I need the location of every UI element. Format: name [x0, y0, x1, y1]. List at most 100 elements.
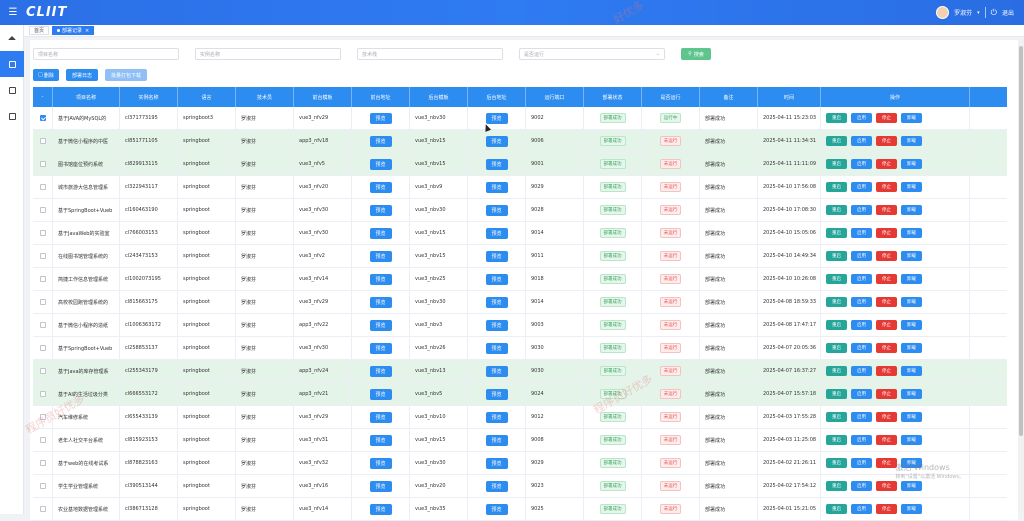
row-checkbox[interactable]: [39, 161, 46, 167]
op-button-2[interactable]: 停止: [876, 274, 897, 284]
preview-button[interactable]: 预览: [369, 342, 392, 354]
op-button-1[interactable]: 启用: [851, 182, 872, 192]
preview-button[interactable]: 预览: [369, 480, 392, 492]
preview-button[interactable]: 预览: [485, 227, 508, 239]
op-button-1[interactable]: 启用: [851, 389, 872, 399]
op-button-0[interactable]: 重启: [826, 435, 847, 445]
op-button-0[interactable]: 重启: [826, 274, 847, 284]
instance-name-input[interactable]: 实例名称: [195, 48, 341, 60]
row-checkbox[interactable]: [39, 322, 46, 328]
preview-button[interactable]: 预览: [485, 480, 508, 492]
table-row[interactable]: 基于AI的生活垃圾分类 cl666553172 springboot 罗淑芬 app3_…: [33, 383, 1007, 406]
op-button-3[interactable]: 卸载: [901, 435, 922, 445]
table-row[interactable]: 基于Java的库存管理系 cl255343179 springboot 罗淑芬 app3…: [33, 360, 1007, 383]
table-row[interactable]: 基于web的在线考试系 cl878823163 springboot 罗淑芬 vue3_…: [33, 452, 1007, 475]
preview-button[interactable]: 预览: [485, 181, 508, 193]
row-checkbox[interactable]: [39, 184, 46, 190]
op-button-0[interactable]: 重启: [826, 251, 847, 261]
op-button-2[interactable]: 停止: [876, 412, 897, 422]
table-row[interactable]: 基于微信小程序的中医 cl851771105 springboot 罗淑芬 app3_n…: [33, 130, 1007, 153]
op-button-2[interactable]: 停止: [876, 205, 897, 215]
preview-button[interactable]: 预览: [369, 227, 392, 239]
op-button-0[interactable]: 重启: [826, 366, 847, 376]
table-row[interactable]: 老年人社交平台系统 cl815923153 springboot 罗淑芬 vue3_nf…: [33, 429, 1007, 452]
op-button-3[interactable]: 卸载: [901, 389, 922, 399]
row-checkbox[interactable]: [39, 276, 46, 282]
preview-button[interactable]: 预览: [369, 112, 392, 124]
preview-button[interactable]: 预览: [369, 158, 392, 170]
logout-button[interactable]: 退出: [1002, 8, 1014, 17]
op-button-0[interactable]: 重启: [826, 343, 847, 353]
preview-button[interactable]: 预览: [485, 135, 508, 147]
row-checkbox[interactable]: [39, 138, 46, 144]
op-button-2[interactable]: 停止: [876, 366, 897, 376]
table-row[interactable]: 农业基地数据管理系统 cl386713128 springboot 罗淑芬 vue3_n…: [33, 498, 1007, 521]
op-button-0[interactable]: 重启: [826, 228, 847, 238]
menu-toggle-icon[interactable]: ☰: [4, 7, 22, 18]
op-button-3[interactable]: 卸载: [901, 113, 922, 123]
avatar[interactable]: [936, 6, 950, 19]
op-button-2[interactable]: 停止: [876, 343, 897, 353]
table-row[interactable]: 基于SpringBoot+Vueb cl258853137 springboot 罗淑…: [33, 337, 1007, 360]
power-icon[interactable]: ⏻: [991, 8, 997, 18]
op-button-2[interactable]: 停止: [876, 113, 897, 123]
table-row[interactable]: 学生学业管理系统 cl390513144 springboot 罗淑芬 vue3_nfv…: [33, 475, 1007, 498]
op-button-2[interactable]: 停止: [876, 297, 897, 307]
preview-button[interactable]: 预览: [369, 273, 392, 285]
table-row[interactable]: 在线图书馆管理系统的 cl243473153 springboot 罗淑芬 vue3_n…: [33, 245, 1007, 268]
op-button-3[interactable]: 卸载: [901, 320, 922, 330]
op-button-0[interactable]: 重启: [826, 320, 847, 330]
op-button-3[interactable]: 卸载: [901, 366, 922, 376]
preview-button[interactable]: 预览: [369, 319, 392, 331]
op-button-1[interactable]: 启用: [851, 366, 872, 376]
op-button-2[interactable]: 停止: [876, 182, 897, 192]
row-checkbox[interactable]: [39, 506, 46, 512]
search-button[interactable]: ⚲ 搜索: [681, 48, 711, 60]
op-button-1[interactable]: 启用: [851, 205, 872, 215]
preview-button[interactable]: 预览: [369, 411, 392, 423]
op-button-1[interactable]: 启用: [851, 274, 872, 284]
delete-button[interactable]: □ 删除: [33, 69, 59, 81]
op-button-3[interactable]: 卸载: [901, 136, 922, 146]
select-all-checkbox[interactable]: -: [33, 87, 53, 107]
op-button-3[interactable]: 卸载: [901, 205, 922, 215]
op-button-1[interactable]: 启用: [851, 297, 872, 307]
op-button-1[interactable]: 启用: [851, 458, 872, 468]
tab-deploy-records[interactable]: 部署记录 ×: [52, 26, 95, 35]
tab-home[interactable]: 首页: [29, 26, 50, 35]
row-checkbox[interactable]: [39, 115, 46, 121]
op-button-1[interactable]: 启用: [851, 159, 872, 169]
op-button-2[interactable]: 停止: [876, 458, 897, 468]
preview-button[interactable]: 预览: [485, 388, 508, 400]
table-row[interactable]: 基于SpringBoot+Vueb cl160463190 springboot 罗淑…: [33, 199, 1007, 222]
op-button-1[interactable]: 启用: [851, 320, 872, 330]
op-button-3[interactable]: 卸载: [901, 228, 922, 238]
row-checkbox[interactable]: [39, 391, 46, 397]
op-button-1[interactable]: 启用: [851, 251, 872, 261]
op-button-0[interactable]: 重启: [826, 182, 847, 192]
row-checkbox[interactable]: [39, 368, 46, 374]
table-row[interactable]: 基于JAVA的MySQL的 cl371773195 springboot3 罗淑芬 vu…: [33, 107, 1007, 130]
table-row[interactable]: 简捷工作信息管理系统 cl1002073195 springboot 罗淑芬 vue3_…: [33, 268, 1007, 291]
op-button-0[interactable]: 重启: [826, 458, 847, 468]
status-select[interactable]: 是否运行 ⌄: [519, 48, 665, 60]
preview-button[interactable]: 预览: [485, 273, 508, 285]
table-row[interactable]: 城市旅游大信息管理系 cl322943117 springboot 罗淑芬 vue3_n…: [33, 176, 1007, 199]
op-button-3[interactable]: 卸载: [901, 343, 922, 353]
op-button-2[interactable]: 停止: [876, 136, 897, 146]
table-row[interactable]: 高校校园跑管理系统的 cl815663175 springboot 罗淑芬 vue3_n…: [33, 291, 1007, 314]
op-button-2[interactable]: 停止: [876, 251, 897, 261]
op-button-1[interactable]: 启用: [851, 113, 872, 123]
op-button-0[interactable]: 重启: [826, 136, 847, 146]
row-checkbox[interactable]: [39, 230, 46, 236]
row-checkbox[interactable]: [39, 299, 46, 305]
preview-button[interactable]: 预览: [485, 319, 508, 331]
op-button-1[interactable]: 启用: [851, 136, 872, 146]
sidebar-item-home[interactable]: [0, 25, 24, 51]
op-button-0[interactable]: 重启: [826, 504, 847, 514]
preview-button[interactable]: 预览: [369, 204, 392, 216]
preview-button[interactable]: 预览: [369, 388, 392, 400]
op-button-2[interactable]: 停止: [876, 320, 897, 330]
op-button-1[interactable]: 启用: [851, 435, 872, 445]
op-button-3[interactable]: 卸载: [901, 182, 922, 192]
